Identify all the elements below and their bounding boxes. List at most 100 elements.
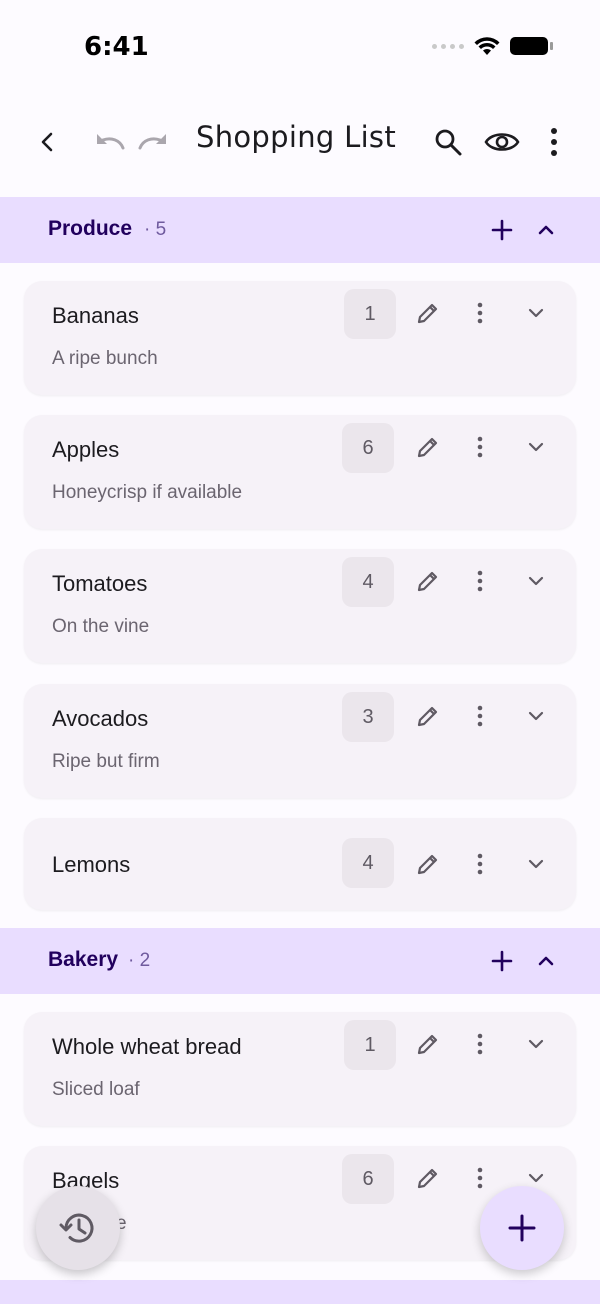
undo-button[interactable] <box>90 122 130 162</box>
quantity-badge[interactable]: 4 <box>342 557 394 607</box>
item-menu-button[interactable] <box>464 295 496 331</box>
chevron-up-icon <box>538 225 554 235</box>
item-title: Lemons <box>52 852 131 877</box>
pencil-icon <box>417 437 438 458</box>
item-menu-button[interactable] <box>464 698 496 734</box>
list-item[interactable]: Whole wheat bread Sliced loaf 1 <box>24 1012 576 1126</box>
more-vert-icon <box>477 705 483 727</box>
item-menu-button[interactable] <box>464 846 496 882</box>
pencil-icon <box>417 571 438 592</box>
plus-icon <box>491 219 513 241</box>
more-vert-icon <box>477 570 483 592</box>
item-title: Avocados <box>52 706 149 731</box>
chevron-down-icon <box>528 1173 544 1183</box>
edit-button[interactable] <box>410 698 446 734</box>
wifi-icon <box>474 37 500 55</box>
more-vert-icon <box>551 128 557 156</box>
collapse-section-button[interactable] <box>528 943 564 979</box>
edit-button[interactable] <box>410 563 446 599</box>
plus-icon <box>508 1214 536 1242</box>
list-item[interactable]: Tomatoes On the vine 4 <box>24 549 576 663</box>
expand-item-button[interactable] <box>518 429 554 465</box>
section-count: · 2 <box>128 950 151 971</box>
pencil-icon <box>417 706 438 727</box>
item-title: Bananas <box>52 303 139 328</box>
chevron-down-icon <box>528 1039 544 1049</box>
section-name: Produce <box>48 217 133 240</box>
item-menu-button[interactable] <box>464 1160 496 1196</box>
add-item-button[interactable] <box>484 212 520 248</box>
item-note: Honeycrisp if available <box>52 482 243 503</box>
status-time: 6:41 <box>84 32 149 62</box>
signal-icon <box>432 43 464 49</box>
expand-item-button[interactable] <box>518 698 554 734</box>
expand-item-button[interactable] <box>518 295 554 331</box>
edit-button[interactable] <box>410 1160 446 1196</box>
item-menu-button[interactable] <box>464 429 496 465</box>
quantity-badge[interactable]: 6 <box>342 1154 394 1204</box>
quantity-badge[interactable]: 3 <box>342 692 394 742</box>
overflow-menu-button[interactable] <box>534 120 574 164</box>
pencil-icon <box>417 303 438 324</box>
expand-item-button[interactable] <box>518 1026 554 1062</box>
edit-button[interactable] <box>410 846 446 882</box>
item-title: Apples <box>52 437 120 462</box>
quantity-badge[interactable]: 4 <box>342 838 394 888</box>
list-item[interactable]: Bananas A ripe bunch 1 <box>24 281 576 395</box>
battery-icon <box>510 37 553 55</box>
item-menu-button[interactable] <box>464 1026 496 1062</box>
pencil-icon <box>417 854 438 875</box>
collapse-section-button[interactable] <box>528 212 564 248</box>
section-header-produce[interactable]: Produce · 5 <box>0 197 600 263</box>
item-title: Tomatoes <box>52 571 148 596</box>
item-menu-button[interactable] <box>464 563 496 599</box>
section-name: Bakery <box>48 948 119 971</box>
search-button[interactable] <box>426 120 470 164</box>
chevron-down-icon <box>528 442 544 452</box>
edit-button[interactable] <box>410 295 446 331</box>
edit-button[interactable] <box>410 1026 446 1062</box>
status-icons <box>432 36 553 56</box>
app-bar: Shopping List <box>0 96 600 196</box>
search-icon <box>435 129 462 156</box>
item-note: Ripe but firm <box>52 751 160 772</box>
quantity-badge[interactable]: 1 <box>344 1020 396 1070</box>
more-vert-icon <box>477 302 483 324</box>
add-item-button[interactable] <box>484 943 520 979</box>
list-item[interactable]: Apples Honeycrisp if available 6 <box>24 415 576 529</box>
pencil-icon <box>417 1168 438 1189</box>
quantity-badge[interactable]: 1 <box>344 289 396 339</box>
edit-button[interactable] <box>410 429 446 465</box>
chevron-down-icon <box>528 859 544 869</box>
more-vert-icon <box>477 436 483 458</box>
redo-icon <box>138 134 166 150</box>
arrow-back-icon <box>41 132 53 152</box>
chevron-down-icon <box>528 308 544 318</box>
chevron-down-icon <box>528 576 544 586</box>
section-header-bakery[interactable]: Bakery · 2 <box>0 928 600 994</box>
back-button[interactable] <box>28 122 68 162</box>
page-title: Shopping List <box>196 120 397 154</box>
add-fab-button[interactable] <box>480 1186 564 1270</box>
more-vert-icon <box>477 1167 483 1189</box>
next-section-header <box>0 1280 600 1304</box>
pencil-icon <box>417 1034 438 1055</box>
undo-icon <box>97 134 125 150</box>
history-button[interactable] <box>36 1186 120 1270</box>
list-item[interactable]: Lemons 4 <box>24 818 576 910</box>
more-vert-icon <box>477 853 483 875</box>
quantity-badge[interactable]: 6 <box>342 423 394 473</box>
more-vert-icon <box>477 1033 483 1055</box>
item-note: Sliced loaf <box>52 1079 140 1100</box>
plus-icon <box>491 950 513 972</box>
item-note: A ripe bunch <box>52 348 158 369</box>
history-icon <box>59 1213 94 1243</box>
eye-icon <box>484 133 520 151</box>
redo-button[interactable] <box>133 122 173 162</box>
status-bar: 6:41 <box>0 0 600 96</box>
expand-item-button[interactable] <box>518 846 554 882</box>
list-item[interactable]: Avocados Ripe but firm 3 <box>24 684 576 798</box>
expand-item-button[interactable] <box>518 563 554 599</box>
chevron-up-icon <box>538 956 554 966</box>
visibility-button[interactable] <box>480 120 524 164</box>
